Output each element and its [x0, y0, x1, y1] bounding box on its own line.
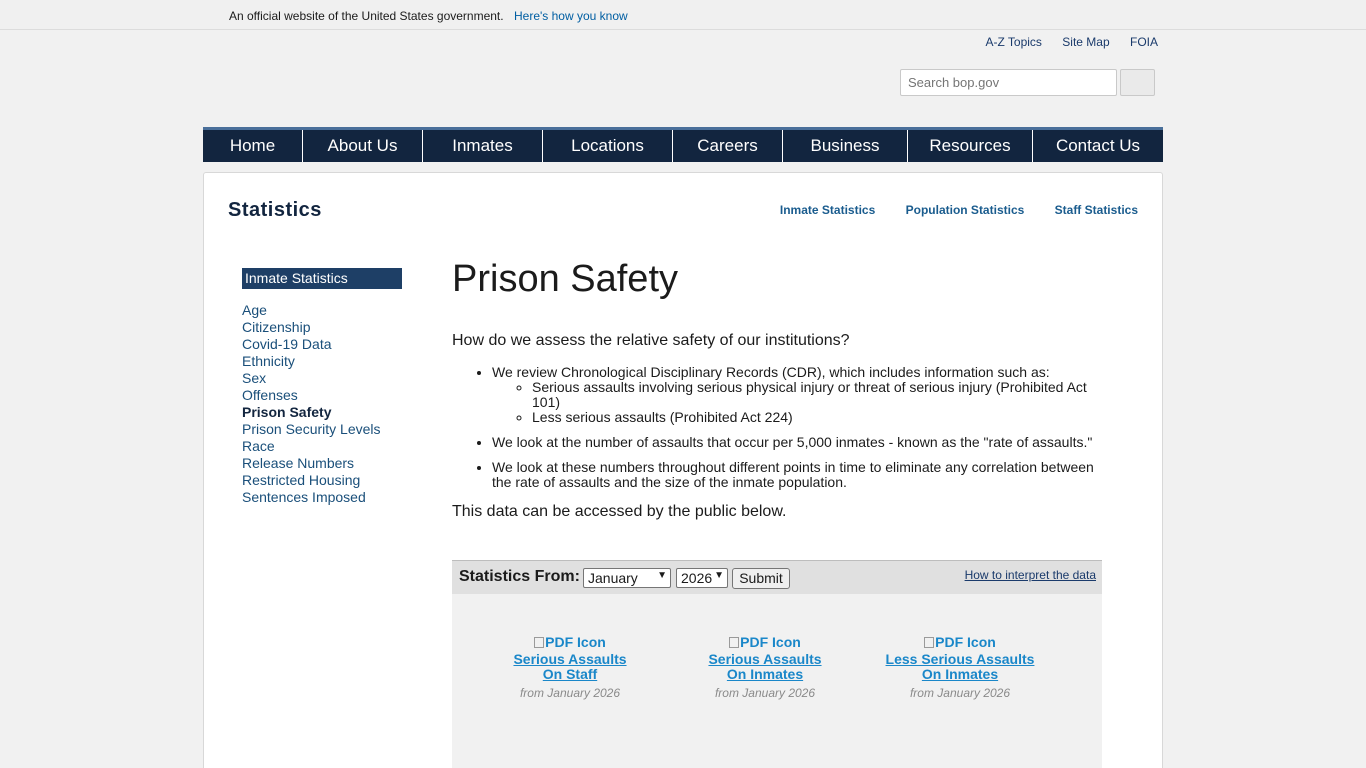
pdf-icon-alt-text: PDF Icon: [545, 634, 606, 650]
population-statistics-link[interactable]: Population Statistics: [906, 203, 1025, 217]
broken-image-icon: [729, 637, 740, 648]
chevron-down-icon: ▼: [657, 570, 667, 581]
sidebar-item-citizenship: Citizenship: [242, 319, 402, 336]
report-link[interactable]: Serious Assaults On Inmates: [680, 652, 850, 682]
nav-business[interactable]: Business: [783, 130, 908, 162]
section-title: Statistics: [228, 199, 322, 221]
search-input[interactable]: [900, 69, 1117, 96]
gov-banner: An official website of the United States…: [0, 0, 1366, 30]
site-map-link[interactable]: Site Map: [1062, 35, 1109, 49]
nav-inmates[interactable]: Inmates: [423, 130, 543, 162]
assessment-list: We review Chronological Disciplinary Rec…: [492, 365, 1112, 500]
utility-links: A-Z Topics Site Map FOIA: [968, 35, 1158, 49]
broken-image-icon: [924, 637, 935, 648]
sidebar-item-label[interactable]: Citizenship: [242, 319, 310, 335]
foia-link[interactable]: FOIA: [1130, 35, 1158, 49]
nav-home[interactable]: Home: [203, 130, 303, 162]
report-serious-assaults-on-inmates[interactable]: PDF Icon Serious Assaults On Inmates fro…: [680, 634, 850, 700]
sidebar-item-prison-security-levels: Prison Security Levels: [242, 421, 402, 438]
sidebar-item-sentences-imposed: Sentences Imposed: [242, 489, 402, 506]
year-select-value: 2026: [681, 570, 713, 586]
year-select[interactable]: 2026 ▼: [676, 568, 728, 588]
sidebar-item-label[interactable]: Ethnicity: [242, 353, 295, 369]
sidebar-item-label[interactable]: Prison Security Levels: [242, 421, 381, 437]
report-date: from January 2026: [519, 686, 621, 700]
submit-button[interactable]: Submit: [732, 568, 790, 589]
sidebar-heading: Inmate Statistics: [242, 268, 402, 289]
sidebar-item-label[interactable]: Sentences Imposed: [242, 489, 366, 505]
pdf-icon-alt-text: PDF Icon: [935, 634, 996, 650]
statistics-panel: Statistics From: January ▼ 2026 ▼ Submit…: [452, 560, 1102, 768]
content-panel: Statistics Inmate Statistics Population …: [203, 172, 1163, 768]
pdf-icon: PDF Icon: [729, 634, 801, 650]
nav-about-us[interactable]: About Us: [303, 130, 423, 162]
staff-statistics-link[interactable]: Staff Statistics: [1055, 203, 1138, 217]
month-select[interactable]: January ▼: [583, 568, 671, 588]
sidebar-list: Age Citizenship Covid-19 Data Ethnicity …: [242, 302, 402, 506]
sidebar-item-label[interactable]: Prison Safety: [242, 404, 331, 420]
sidebar-item-prison-safety: Prison Safety: [242, 404, 402, 421]
chevron-down-icon: ▼: [714, 570, 724, 581]
heres-how-you-know-link[interactable]: Here's how you know: [514, 9, 628, 23]
list-item: We review Chronological Disciplinary Rec…: [492, 365, 1112, 425]
sidebar-item-label[interactable]: Release Numbers: [242, 455, 354, 471]
sidebar-item-ethnicity: Ethnicity: [242, 353, 402, 370]
statistics-from-label: Statistics From:: [459, 568, 580, 585]
public-access-text: This data can be accessed by the public …: [452, 503, 787, 520]
sub-list: Serious assaults involving serious physi…: [532, 380, 1112, 425]
sidebar-item-restricted-housing: Restricted Housing: [242, 472, 402, 489]
nav-resources[interactable]: Resources: [908, 130, 1033, 162]
sidebar-item-age: Age: [242, 302, 402, 319]
az-topics-link[interactable]: A-Z Topics: [985, 35, 1041, 49]
sidebar-item-label[interactable]: Restricted Housing: [242, 472, 360, 488]
month-select-value: January: [588, 570, 638, 586]
page-title: Prison Safety: [452, 258, 678, 300]
sidebar-item-label[interactable]: Sex: [242, 370, 266, 386]
list-item: Less serious assaults (Prohibited Act 22…: [532, 410, 1112, 425]
report-serious-assaults-on-staff[interactable]: PDF Icon Serious Assaults On Staff from …: [485, 634, 655, 700]
report-date: from January 2026: [909, 686, 1011, 700]
list-item: We look at the number of assaults that o…: [492, 435, 1112, 450]
how-to-interpret-link[interactable]: How to interpret the data: [965, 568, 1096, 582]
sidebar-item-label[interactable]: Covid-19 Data: [242, 336, 332, 352]
inmate-statistics-link[interactable]: Inmate Statistics: [780, 203, 875, 217]
sidebar-item-label[interactable]: Offenses: [242, 387, 298, 403]
gov-banner-text: An official website of the United States…: [229, 9, 504, 23]
report-date: from January 2026: [714, 686, 816, 700]
list-item: We look at these numbers throughout diff…: [492, 460, 1112, 490]
main-nav: Home About Us Inmates Locations Careers …: [203, 127, 1163, 162]
pdf-icon-alt-text: PDF Icon: [740, 634, 801, 650]
report-link[interactable]: Less Serious Assaults On Inmates: [875, 652, 1045, 682]
pdf-icon: PDF Icon: [924, 634, 996, 650]
sidebar-item-label[interactable]: Age: [242, 302, 267, 318]
nav-locations[interactable]: Locations: [543, 130, 673, 162]
sidebar: Inmate Statistics Age Citizenship Covid-…: [242, 268, 402, 506]
pdf-icon: PDF Icon: [534, 634, 606, 650]
section-links: Inmate Statistics Population Statistics …: [753, 203, 1138, 217]
report-less-serious-assaults-on-inmates[interactable]: PDF Icon Less Serious Assaults On Inmate…: [875, 634, 1045, 700]
sidebar-item-label[interactable]: Race: [242, 438, 275, 454]
sidebar-item-release-numbers: Release Numbers: [242, 455, 402, 472]
list-item: Serious assaults involving serious physi…: [532, 380, 1112, 410]
broken-image-icon: [534, 637, 545, 648]
sidebar-item-sex: Sex: [242, 370, 402, 387]
search-button[interactable]: [1120, 69, 1155, 96]
nav-contact-us[interactable]: Contact Us: [1033, 130, 1163, 162]
sidebar-item-race: Race: [242, 438, 402, 455]
intro-question: How do we assess the relative safety of …: [452, 332, 850, 349]
list-item-text: We review Chronological Disciplinary Rec…: [492, 364, 1050, 380]
sidebar-item-offenses: Offenses: [242, 387, 402, 404]
sidebar-item-covid-19-data: Covid-19 Data: [242, 336, 402, 353]
report-link[interactable]: Serious Assaults On Staff: [485, 652, 655, 682]
nav-careers[interactable]: Careers: [673, 130, 783, 162]
statistics-toolbar: Statistics From: January ▼ 2026 ▼ Submit…: [452, 561, 1102, 594]
